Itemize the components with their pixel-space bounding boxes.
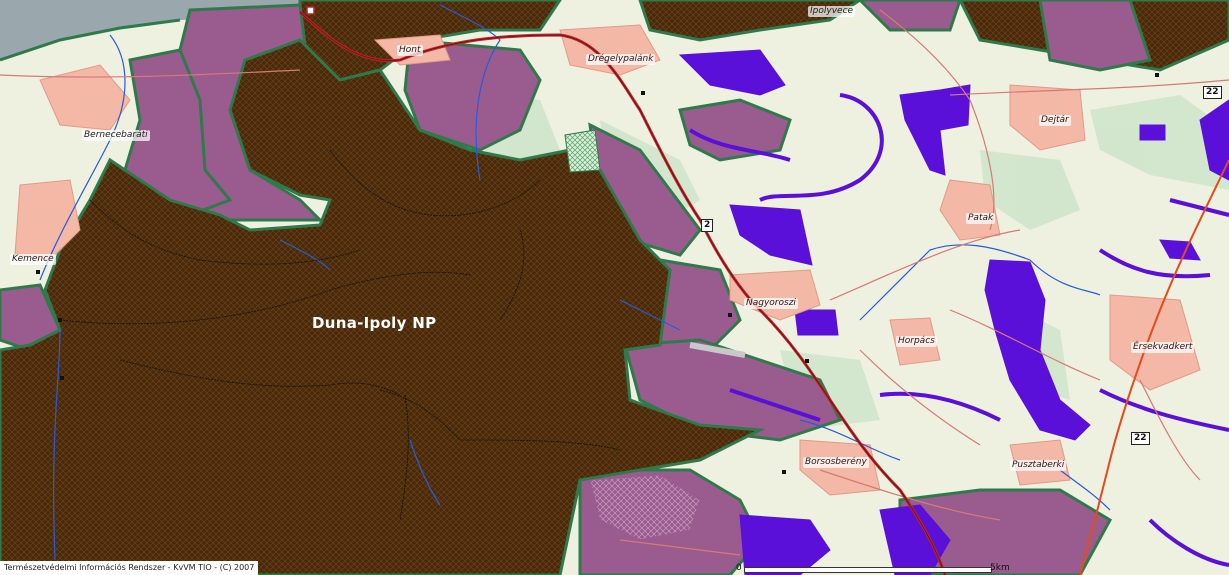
scale-start-label: 0	[736, 563, 742, 573]
forest-reserve-hatched	[564, 129, 601, 173]
place-label-patak[interactable]: Patak	[966, 213, 996, 224]
place-label-hont[interactable]: Hont	[397, 45, 423, 56]
map-credit: Természetvédelmi Információs Rendszer - …	[0, 561, 259, 575]
map-view[interactable]: Duna-Ipoly NP Hont Drégelypalánk Ipolyve…	[0, 0, 1229, 575]
place-label-nagyoroszi[interactable]: Nagyoroszi	[744, 298, 798, 309]
road-shield-22-bottom: 22	[1131, 432, 1150, 445]
place-label-pusztaberki[interactable]: Pusztaberki	[1010, 460, 1067, 471]
place-label-dregelypalank[interactable]: Drégelypalánk	[586, 54, 656, 65]
road-shield-22-top: 22	[1203, 86, 1222, 99]
scale-bar	[744, 567, 992, 573]
scale-end-label: 5km	[990, 563, 1010, 573]
road-shield-2: 2	[701, 219, 714, 232]
map-canvas	[0, 0, 1229, 575]
place-label-ipolyvece[interactable]: Ipolyvece	[808, 6, 856, 17]
national-park-label: Duna-Ipoly NP	[312, 314, 437, 332]
place-label-dejtar[interactable]: Dejtár	[1039, 115, 1071, 126]
place-label-horpacs[interactable]: Horpács	[896, 336, 937, 347]
place-label-borsosbereny[interactable]: Borsosberény	[803, 457, 869, 468]
place-label-kemence[interactable]: Kemence	[10, 254, 56, 265]
place-label-bernecebarati[interactable]: Bernecebaráti	[82, 130, 150, 141]
map-marker	[306, 6, 315, 15]
place-label-ersekvadkert[interactable]: Érsekvadkert	[1131, 342, 1195, 353]
